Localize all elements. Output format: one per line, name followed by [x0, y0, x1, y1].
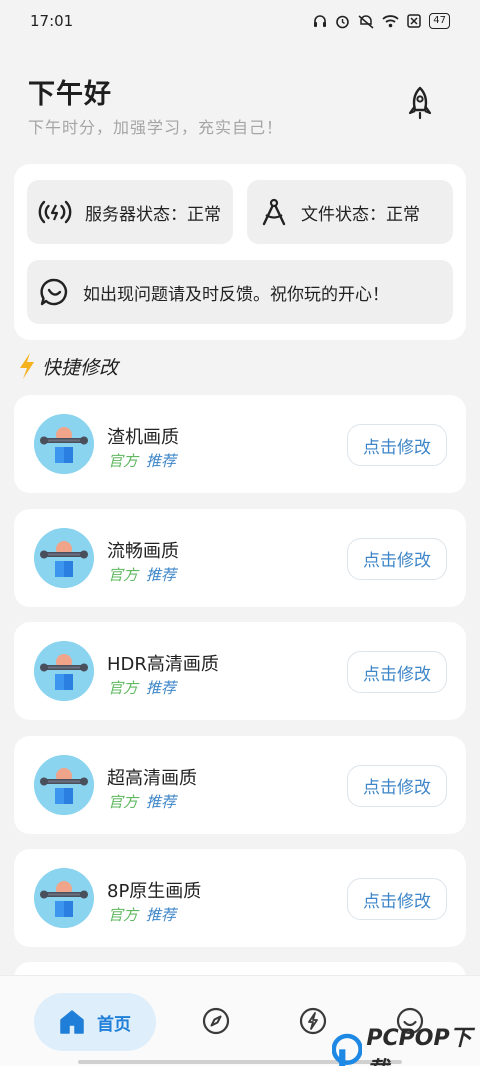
feedback-text: 如出现问题请及时反馈。祝你玩的开心！ [83, 284, 389, 305]
status-time: 17:01 [30, 12, 74, 30]
greeting-title: 下午好 [28, 79, 112, 110]
greeting-subtitle: 下午时分，加强学习，充实自己！ [28, 118, 284, 137]
battery-icon: 47 [429, 13, 450, 29]
quality-item: 超高清画质 官方 推荐 点击修改 [14, 735, 466, 834]
compass-drawing-icon [262, 198, 286, 226]
sim-off-icon [407, 14, 422, 28]
edit-button[interactable]: 点击修改 [347, 878, 447, 920]
nav-home-label: 首页 [97, 1014, 131, 1035]
broadcast-icon [38, 200, 72, 224]
server-status-text: 服务器状态：正常 [85, 204, 221, 225]
quality-item-title: HDR高清画质 [107, 654, 219, 675]
file-status-pill: 文件状态：正常 [247, 180, 453, 244]
compass-icon[interactable] [202, 1007, 230, 1035]
watermark: PCPOP下载 [332, 1020, 480, 1066]
quick-edit-section-title: 快捷修改 [18, 352, 118, 380]
quality-item-title: 流畅画质 [107, 540, 179, 562]
edit-button[interactable]: 点击修改 [347, 424, 447, 466]
tag-official: 官方 [108, 565, 139, 584]
quality-item-tags: 官方 推荐 [108, 564, 176, 585]
quality-item-title: 超高清画质 [107, 767, 197, 789]
avatar [34, 754, 94, 815]
avatar [34, 868, 94, 928]
home-icon [60, 1010, 84, 1034]
status-icons: 47 [313, 13, 450, 29]
tag-recommend: 推荐 [146, 565, 177, 584]
tag-official: 官方 [108, 792, 139, 811]
section-title-text: 快捷修改 [42, 356, 119, 379]
quality-item: 8P原生画质 官方 推荐 点击修改 [14, 849, 466, 947]
wrench-box-icon [34, 641, 94, 701]
quality-item-tags: 官方 推荐 [108, 791, 176, 812]
nav-home-tab[interactable]: 首页 [34, 993, 156, 1051]
mute-icon [358, 14, 374, 29]
feedback-pill[interactable]: 如出现问题请及时反馈。祝你玩的开心！ [27, 260, 453, 324]
quality-item: 渣机画质 官方 推荐 点击修改 [14, 395, 466, 493]
tag-official: 官方 [108, 452, 139, 470]
wrench-box-icon [34, 414, 94, 474]
tag-recommend: 推荐 [146, 906, 177, 924]
quality-item-tags: 官方 推荐 [108, 904, 176, 925]
quality-item: HDR高清画质 官方 推荐 点击修改 [14, 622, 466, 720]
status-card: 服务器状态：正常 文件状态：正常 如出现问题请及时反馈。祝你玩的开心！ [14, 164, 466, 340]
quality-item-tags: 官方 推荐 [108, 677, 176, 698]
header: 下午好 下午时分，加强学习，充实自己！ [28, 72, 452, 138]
wifi-icon [382, 15, 399, 28]
avatar [34, 527, 94, 588]
rocket-icon[interactable] [406, 86, 434, 120]
wrench-box-icon [34, 754, 94, 815]
headphones-icon [314, 15, 327, 27]
server-status-pill: 服务器状态：正常 [27, 180, 233, 244]
quality-item-tags: 官方 推荐 [108, 450, 176, 471]
edit-button[interactable]: 点击修改 [347, 651, 447, 693]
tag-official: 官方 [108, 679, 139, 697]
edit-button[interactable]: 点击修改 [347, 537, 447, 580]
tag-official: 官方 [108, 906, 139, 924]
quality-item: 流畅画质 官方 推荐 点击修改 [14, 508, 466, 607]
avatar [34, 414, 94, 474]
quality-item-title: 8P原生画质 [107, 881, 202, 902]
tag-recommend: 推荐 [146, 792, 177, 811]
avatar [34, 641, 94, 701]
pcpop-logo-icon [332, 1033, 363, 1066]
tag-recommend: 推荐 [146, 679, 177, 697]
wrench-box-icon [34, 868, 94, 928]
file-status-text: 文件状态：正常 [301, 204, 420, 225]
lightning-icon[interactable] [299, 1007, 327, 1035]
chat-icon [40, 278, 68, 306]
tag-recommend: 推荐 [146, 452, 177, 470]
quality-item-title: 渣机画质 [107, 427, 179, 448]
status-bar: 17:01 47 [0, 0, 480, 42]
watermark-text: PCPOP下载 [366, 1026, 472, 1066]
lightning-bolt-icon [20, 353, 34, 379]
wrench-box-icon [34, 527, 94, 588]
edit-button[interactable]: 点击修改 [347, 764, 447, 807]
alarm-icon [336, 15, 350, 28]
